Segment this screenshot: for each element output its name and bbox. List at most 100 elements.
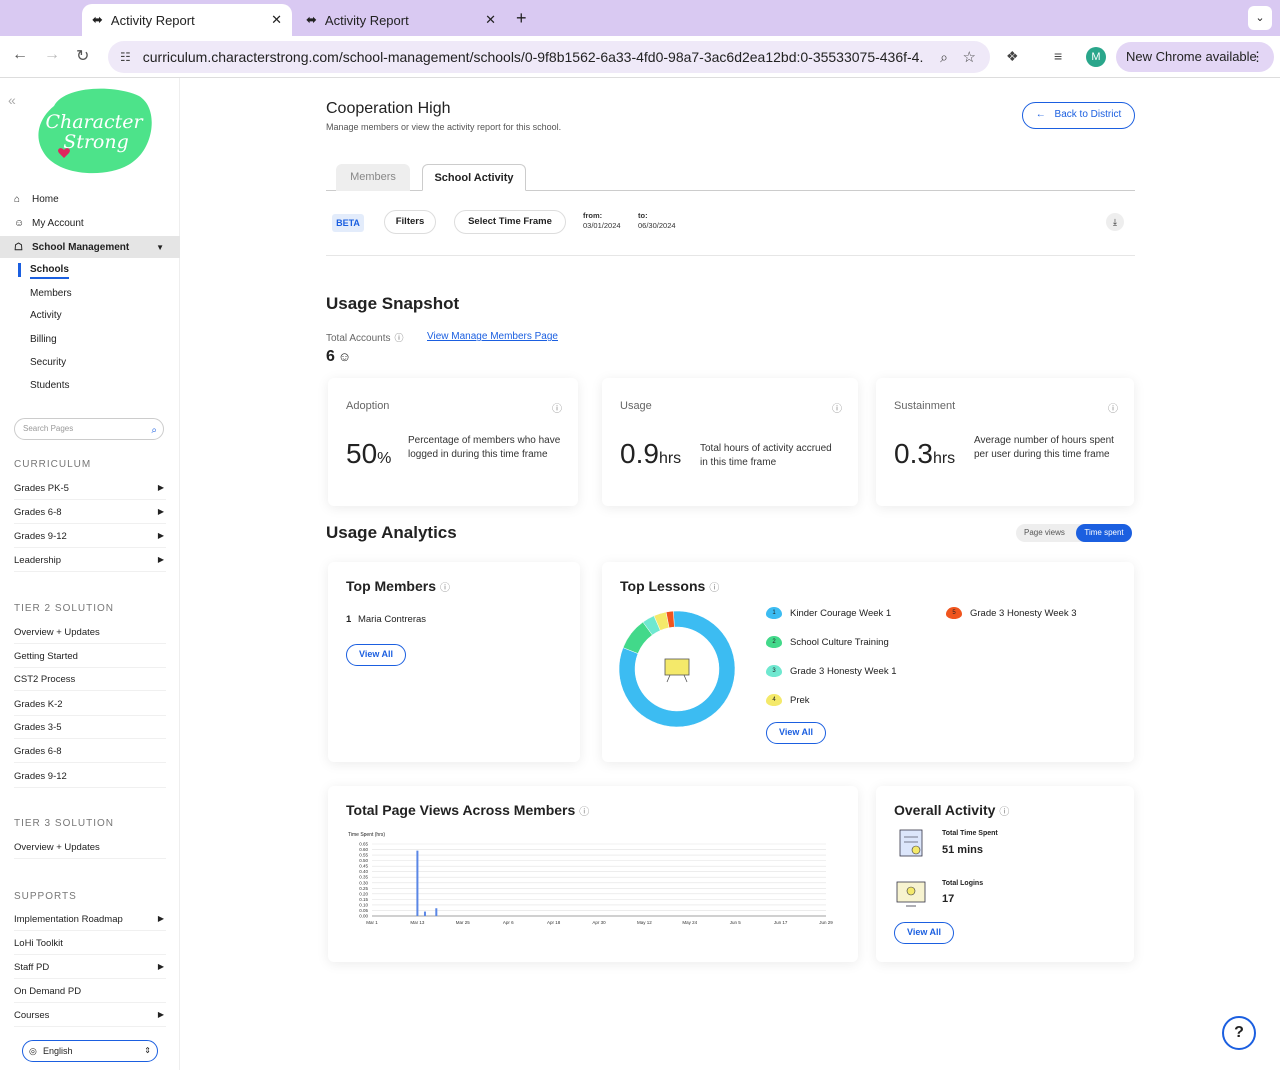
x-tick-label: Mar 25 (456, 920, 471, 925)
bookmark-star-icon[interactable]: ☆ (963, 48, 976, 66)
sidebar-item-label: My Account (32, 217, 84, 229)
page-views-bar-chart: Time Spent (hrs) 0.000.050.100.150.200.2… (348, 832, 833, 925)
info-icon[interactable]: ⓘ (999, 807, 1009, 818)
usage-value: 0.9hrs (620, 438, 681, 470)
view-all-members-button[interactable]: View All (346, 644, 406, 666)
select-time-frame-button[interactable]: Select Time Frame (454, 210, 566, 234)
sidebar-item-tier2-overview[interactable]: Overview + Updates (14, 627, 166, 644)
view-manage-members-link[interactable]: View Manage Members Page (427, 331, 558, 342)
x-tick-label: Apr 30 (592, 920, 606, 925)
item-label: Getting Started (14, 651, 78, 662)
close-icon[interactable]: ✕ (485, 12, 496, 28)
bar[interactable] (423, 911, 426, 916)
language-select[interactable]: ◎ English ⇕ (22, 1040, 158, 1062)
sidebar-item-tier3-overview[interactable]: Overview + Updates (14, 842, 166, 859)
sidebar-item-courses[interactable]: Courses ▶ (14, 1010, 166, 1027)
more-menu-icon[interactable]: ⋮ (1251, 42, 1264, 72)
to-label: to: (638, 211, 648, 220)
site-settings-icon[interactable]: ☷ (120, 50, 131, 64)
caret-right-icon: ▶ (157, 914, 164, 923)
sidebar-item-cst2-process[interactable]: CST2 Process (14, 674, 166, 691)
view-all-activity-button[interactable]: View All (894, 922, 954, 944)
close-icon[interactable]: ✕ (271, 12, 282, 28)
up-down-icon: ⇕ (144, 1046, 151, 1055)
sidebar-item-label: School Management (32, 241, 130, 253)
lesson-illustration (664, 658, 690, 683)
back-arrow-icon[interactable]: ← (12, 46, 28, 64)
info-icon[interactable]: ⓘ (394, 333, 403, 343)
sidebar-item-on-demand-pd[interactable]: On Demand PD (14, 986, 166, 1003)
y-tick-label: 0.50 (359, 858, 368, 863)
new-tab-icon[interactable]: + (516, 8, 527, 29)
sidebar-item-grades-k-2[interactable]: Grades K-2 (14, 699, 166, 716)
sidebar-sub-billing[interactable]: Billing (30, 334, 57, 345)
sidebar-item-grades-3-5[interactable]: Grades 3-5 (14, 722, 166, 739)
browser-tab[interactable]: ⬌ Activity Report ✕ (296, 4, 506, 36)
bar[interactable] (435, 908, 438, 916)
time-spent-option[interactable]: Time spent (1076, 524, 1132, 542)
info-icon[interactable]: ⓘ (440, 583, 450, 594)
sidebar-item-grades-6-8[interactable]: Grades 6-8 ▶ (14, 507, 166, 524)
lesson-legend-item: 1 Kinder Courage Week 1 (766, 607, 891, 619)
view-all-lessons-button[interactable]: View All (766, 722, 826, 744)
item-label: Grades PK-5 (14, 483, 69, 494)
bar[interactable] (416, 850, 419, 916)
building-icon: ☖ (14, 241, 23, 253)
tab-school-activity[interactable]: School Activity (422, 164, 526, 191)
metric-toggle[interactable]: Page views Time spent (1016, 524, 1132, 542)
dumbbell-icon: ⬌ (92, 12, 103, 27)
info-icon[interactable]: ⓘ (832, 400, 842, 415)
sidebar-item-tier2-grades-9-12[interactable]: Grades 9-12 (14, 771, 166, 788)
extensions-icon[interactable]: ❖ (1006, 48, 1019, 65)
sidebar-sub-students[interactable]: Students (30, 380, 69, 391)
tab-members[interactable]: Members (336, 164, 410, 191)
sidebar-sub-schools[interactable]: Schools (30, 264, 69, 279)
filters-button[interactable]: Filters (384, 210, 436, 234)
search-pages-input[interactable]: Search Pages ⌕ (14, 418, 164, 440)
sidebar-item-home[interactable]: ⌂ Home (0, 190, 180, 208)
sidebar-sub-members[interactable]: Members (30, 288, 72, 299)
sidebar-item-grades-pk-5[interactable]: Grades PK-5 ▶ (14, 483, 166, 500)
sidebar-sub-activity[interactable]: Activity (30, 310, 62, 321)
zoom-icon[interactable]: ⌕ (940, 49, 948, 66)
tab-search-icon[interactable]: ⌄ (1248, 6, 1272, 30)
download-icon[interactable]: ⤓ (1106, 213, 1124, 231)
chrome-update-button[interactable]: New Chrome available ⋮ (1116, 42, 1274, 72)
reload-icon[interactable]: ↻ (76, 46, 89, 66)
info-icon[interactable]: ⓘ (709, 583, 719, 594)
reading-list-icon[interactable]: ≡ (1054, 48, 1062, 64)
info-icon[interactable]: ⓘ (552, 400, 562, 415)
info-icon[interactable]: ⓘ (579, 807, 589, 818)
sidebar-item-school-management[interactable]: ☖ School Management ▼ (0, 236, 180, 258)
lesson-legend-item: 5 Grade 3 Honesty Week 3 (946, 607, 1077, 619)
sidebar-item-lohi-toolkit[interactable]: LoHi Toolkit (14, 938, 166, 955)
page-views-option[interactable]: Page views (1024, 528, 1065, 537)
sidebar-item-my-account[interactable]: ☺ My Account (0, 214, 180, 232)
sidebar-item-grades-9-12[interactable]: Grades 9-12 ▶ (14, 531, 166, 548)
item-label: Grades 9-12 (14, 531, 67, 542)
sidebar-item-implementation-roadmap[interactable]: Implementation Roadmap ▶ (14, 914, 166, 931)
browser-tab-active[interactable]: ⬌ Activity Report ✕ (82, 4, 292, 36)
info-icon[interactable]: ⓘ (1108, 400, 1118, 415)
help-button[interactable]: ? (1222, 1016, 1256, 1050)
sidebar-item-tier2-grades-6-8[interactable]: Grades 6-8 (14, 746, 166, 763)
item-label: LoHi Toolkit (14, 938, 63, 949)
collapse-sidebar-icon[interactable]: « (8, 92, 16, 108)
sidebar-item-getting-started[interactable]: Getting Started (14, 651, 166, 668)
sidebar-item-leadership[interactable]: Leadership ▶ (14, 555, 166, 572)
search-icon[interactable]: ⌕ (151, 421, 157, 441)
profile-avatar[interactable]: M (1086, 47, 1106, 67)
url-text[interactable]: curriculum.characterstrong.com/school-ma… (143, 49, 923, 65)
back-to-district-button[interactable]: ← Back to District (1022, 102, 1135, 129)
unit: % (377, 450, 392, 467)
usage-analytics-heading: Usage Analytics (326, 523, 457, 542)
arrow-left-icon: ← (1035, 109, 1046, 120)
beta-badge: BETA (332, 214, 364, 232)
address-bar[interactable]: ☷ curriculum.characterstrong.com/school-… (108, 41, 990, 73)
forward-arrow-icon[interactable]: → (44, 46, 60, 64)
caret-right-icon: ▶ (157, 555, 164, 564)
x-tick-label: Jun 5 (730, 920, 742, 925)
sidebar-item-staff-pd[interactable]: Staff PD ▶ (14, 962, 166, 979)
caret-down-icon: ▼ (156, 242, 164, 252)
sidebar-sub-security[interactable]: Security (30, 357, 66, 368)
